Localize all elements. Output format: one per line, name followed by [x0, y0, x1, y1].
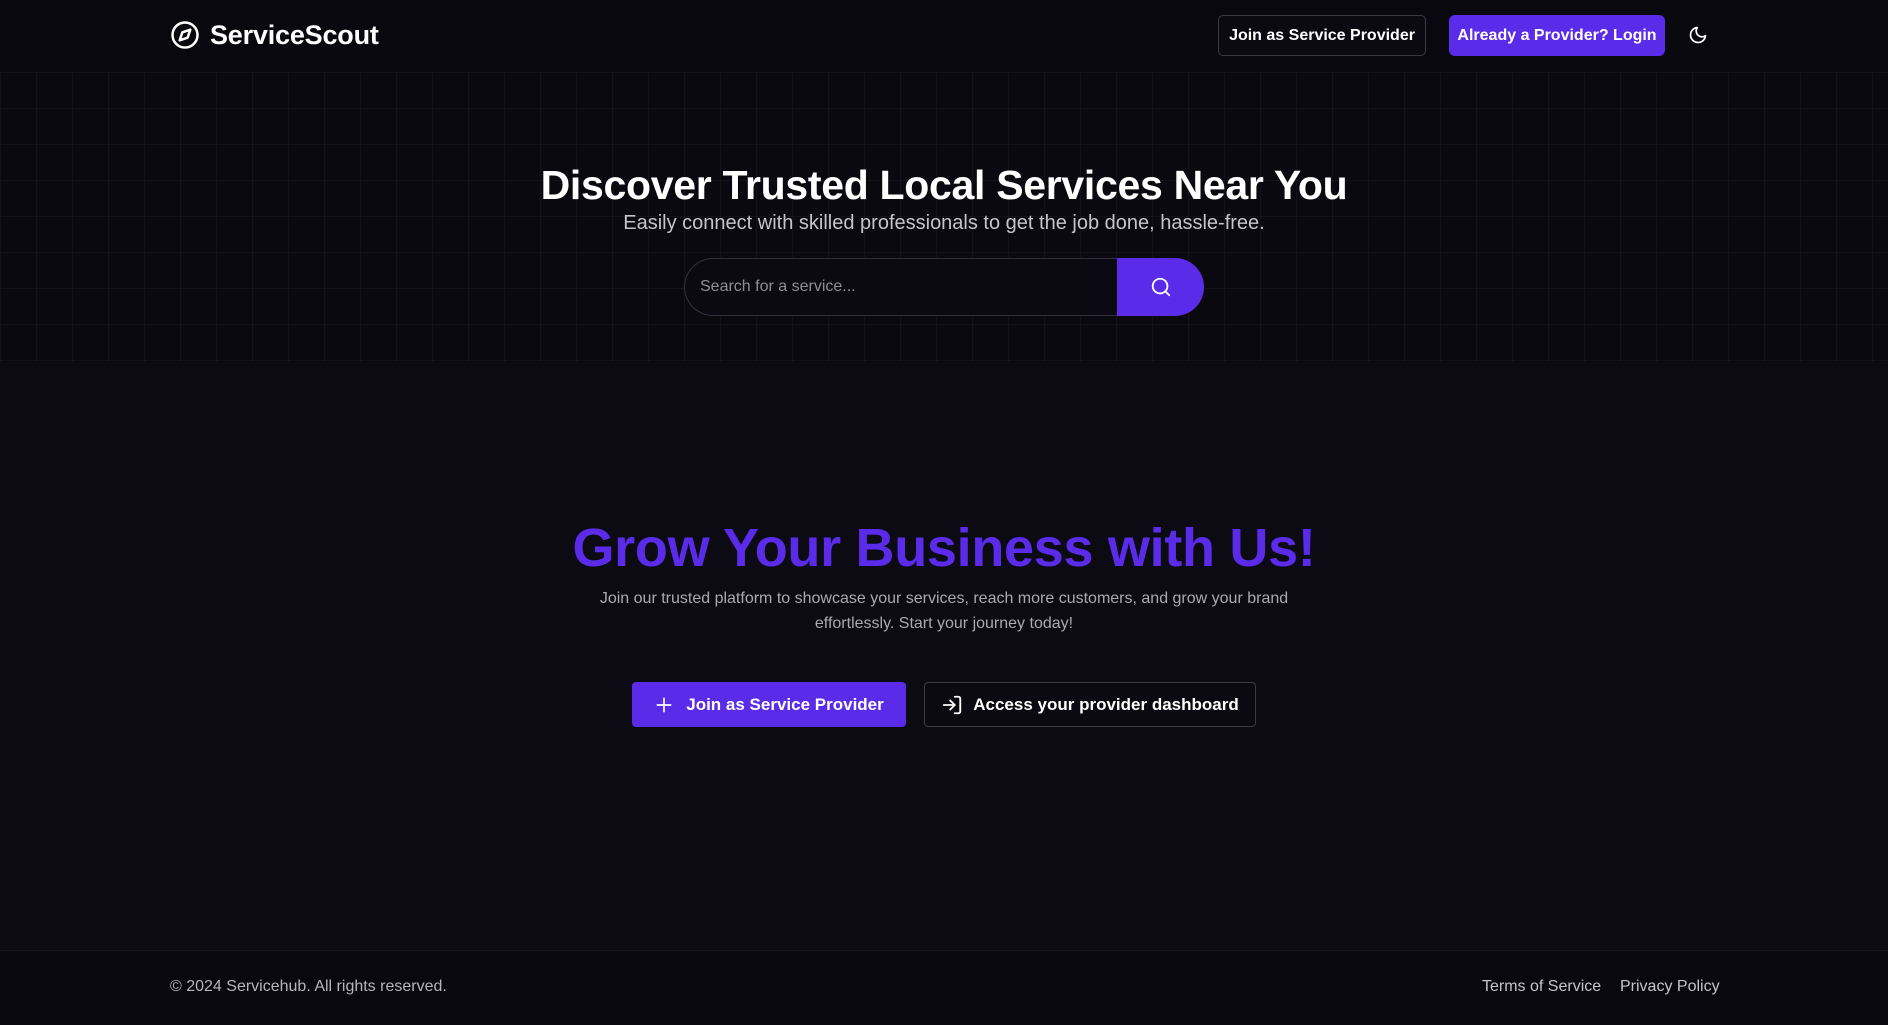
- login-arrow-icon: [943, 695, 962, 714]
- search-bar: [684, 258, 1204, 316]
- grow-description: Join our trusted platform to showcase yo…: [599, 590, 1289, 632]
- theme-toggle-button[interactable]: [1685, 22, 1711, 48]
- search-button[interactable]: [1117, 258, 1204, 316]
- provider-login-button[interactable]: Already a Provider? Login: [1449, 15, 1665, 56]
- provider-dashboard-label: Access your provider dashboard: [973, 694, 1239, 714]
- hero-section: Discover Trusted Local Services Near You…: [0, 72, 1888, 362]
- search-input[interactable]: [684, 258, 1117, 316]
- page: ServiceScout Join as Service Provider Al…: [0, 0, 1888, 1025]
- hero-title: Discover Trusted Local Services Near You: [540, 162, 1348, 208]
- grow-title: Grow Your Business with Us!: [572, 518, 1316, 578]
- plus-icon: [656, 697, 672, 712]
- top-navbar: ServiceScout Join as Service Provider Al…: [0, 0, 1888, 72]
- join-as-provider-button[interactable]: Join as Service Provider: [1218, 15, 1426, 56]
- moon-icon: [1689, 26, 1707, 44]
- brand-name: ServiceScout: [210, 19, 379, 50]
- join-provider-cta-button[interactable]: Join as Service Provider: [632, 682, 906, 727]
- privacy-policy-link[interactable]: Privacy Policy: [1620, 978, 1720, 996]
- search-icon: [1151, 277, 1170, 297]
- footer: © 2024 Servicehub. All rights reserved. …: [0, 950, 1888, 1025]
- copyright-text: © 2024 Servicehub. All rights reserved.: [170, 978, 447, 995]
- terms-of-service-link[interactable]: Terms of Service: [1482, 978, 1601, 996]
- grow-business-section: Grow Your Business with Us! Join our tru…: [0, 362, 1888, 950]
- brand-logo[interactable]: ServiceScout: [170, 18, 379, 52]
- join-provider-cta-label: Join as Service Provider: [686, 694, 884, 714]
- hero-subtitle: Easily connect with skilled professional…: [623, 212, 1265, 234]
- compass-icon: [171, 21, 199, 49]
- provider-dashboard-button[interactable]: Access your provider dashboard: [924, 682, 1256, 727]
